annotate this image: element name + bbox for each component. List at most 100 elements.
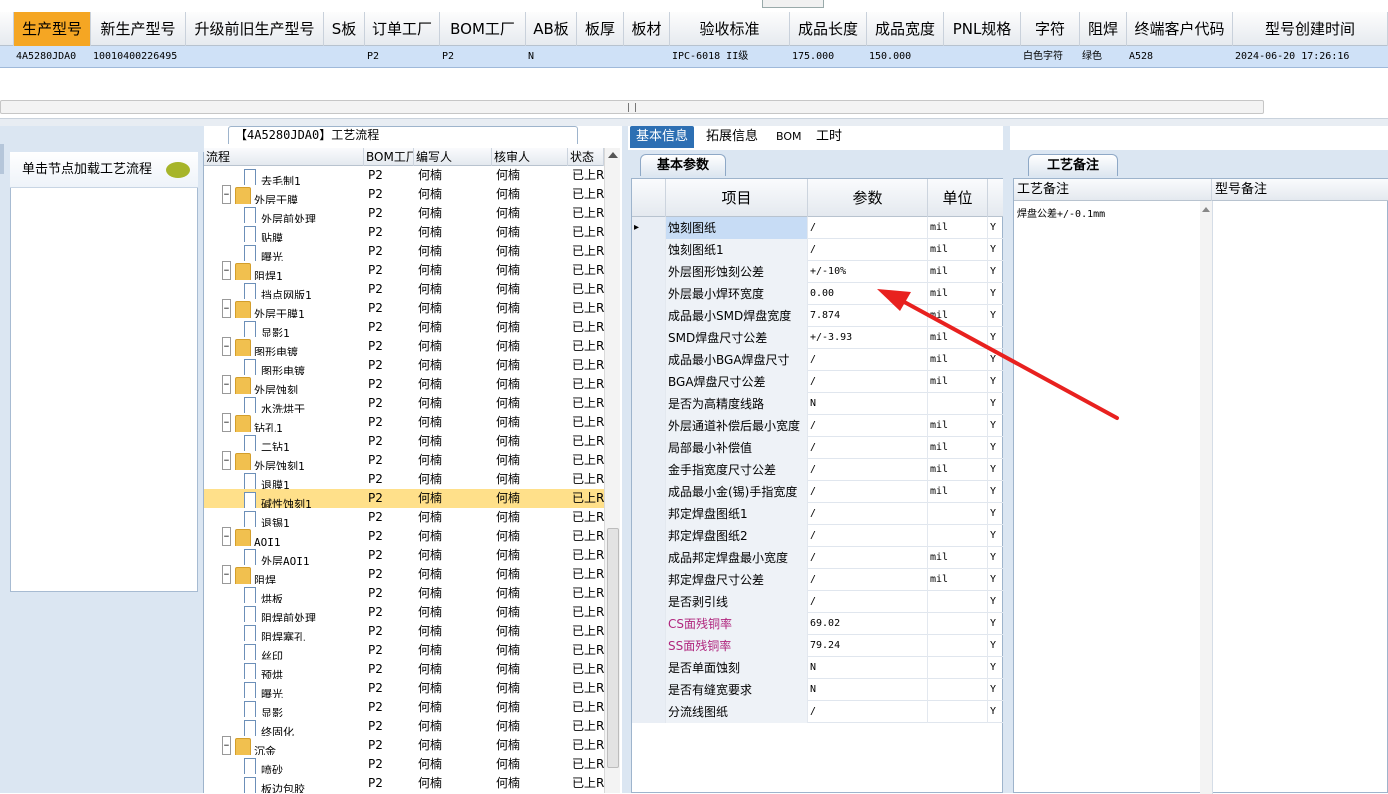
tree-node[interactable]: 烘板 P2 何楠 何楠 已上R: [204, 584, 604, 603]
tree-node[interactable]: 水洗烘干 P2 何楠 何楠 已上R: [204, 394, 604, 413]
param-row[interactable]: 外层最小焊环宽度 0.00 mil Y: [632, 283, 1004, 305]
tree-node[interactable]: 图形电镀 P2 何楠 何楠 已上R: [204, 356, 604, 375]
scroll-up-icon[interactable]: [1202, 207, 1210, 212]
tree-node[interactable]: 曝光 P2 何楠 何楠 已上R: [204, 679, 604, 698]
collapse-toggle-icon[interactable]: −: [222, 299, 231, 318]
scroll-up-icon[interactable]: [608, 152, 618, 158]
collapse-toggle-icon[interactable]: −: [222, 337, 231, 356]
notes-scrollbar[interactable]: [1200, 201, 1212, 794]
tree-node[interactable]: − 外层蚀刻 P2 何楠 何楠 已上R: [204, 375, 604, 394]
notes-column-header[interactable]: 工艺备注: [1014, 179, 1212, 201]
tree-node[interactable]: − 图形电镀 P2 何楠 何楠 已上R: [204, 337, 604, 356]
tree-node[interactable]: 退锡1 P2 何楠 何楠 已上R: [204, 508, 604, 527]
tree-node[interactable]: 阻焊塞孔 P2 何楠 何楠 已上R: [204, 622, 604, 641]
tree-node[interactable]: 二钻1 P2 何楠 何楠 已上R: [204, 432, 604, 451]
collapse-handle[interactable]: [0, 144, 4, 174]
tree-node[interactable]: − 外层干膜1 P2 何楠 何楠 已上R: [204, 299, 604, 318]
param-value[interactable]: 0.00: [808, 283, 928, 305]
tree-column-header[interactable]: 编写人: [414, 148, 492, 166]
param-row[interactable]: 是否剥引线 / Y: [632, 591, 1004, 613]
column-header[interactable]: 订单工厂: [365, 12, 440, 46]
table-cell[interactable]: N: [526, 46, 577, 68]
param-row[interactable]: 分流线图纸 / Y: [632, 701, 1004, 723]
param-value[interactable]: /: [808, 591, 928, 613]
process-notes-tab[interactable]: 工艺备注: [1028, 154, 1118, 176]
column-header[interactable]: 字符: [1021, 12, 1080, 46]
param-value[interactable]: N: [808, 679, 928, 701]
basic-params-tab[interactable]: 基本参数: [640, 154, 726, 176]
tree-node[interactable]: 预烘 P2 何楠 何楠 已上R: [204, 660, 604, 679]
param-row[interactable]: 邦定焊盘图纸2/ Y: [632, 525, 1004, 547]
params-column-header[interactable]: 项目: [666, 179, 808, 217]
param-row[interactable]: 成品邦定焊盘最小宽度 / mil Y: [632, 547, 1004, 569]
tree-node[interactable]: − 阻焊1 P2 何楠 何楠 已上R: [204, 261, 604, 280]
tree-node[interactable]: − 外层蚀刻1 P2 何楠 何楠 已上R: [204, 451, 604, 470]
column-header[interactable]: PNL规格: [944, 12, 1021, 46]
column-header[interactable]: 型号创建时间: [1233, 12, 1388, 46]
param-value[interactable]: /: [808, 525, 928, 547]
tree-column-header[interactable]: BOM工厂: [364, 148, 414, 166]
column-header[interactable]: 成品长度: [790, 12, 867, 46]
param-row[interactable]: 成品最小金(锡)手指宽度 / mil Y: [632, 481, 1004, 503]
tree-node[interactable]: − 沉金 P2 何楠 何楠 已上R: [204, 736, 604, 755]
tree-node[interactable]: 终固化 P2 何楠 何楠 已上R: [204, 717, 604, 736]
param-row[interactable]: BGA焊盘尺寸公差 / mil Y: [632, 371, 1004, 393]
param-value[interactable]: /: [808, 217, 928, 239]
param-value[interactable]: +/-3.93: [808, 327, 928, 349]
param-row[interactable]: 邦定焊盘图纸1/ Y: [632, 503, 1004, 525]
table-cell[interactable]: P2: [365, 46, 440, 68]
param-row[interactable]: SMD焊盘尺寸公差 +/-3.93 mil Y: [632, 327, 1004, 349]
tab-1[interactable]: 基本信息: [630, 126, 695, 148]
param-value[interactable]: /: [808, 547, 928, 569]
param-value[interactable]: /: [808, 371, 928, 393]
vertical-scrollbar[interactable]: [604, 148, 620, 793]
collapse-toggle-icon[interactable]: −: [222, 375, 231, 394]
column-header[interactable]: 阻焊: [1080, 12, 1127, 46]
tree-node[interactable]: 外层前处理 P2 何楠 何楠 已上R: [204, 204, 604, 223]
param-value[interactable]: +/-10%: [808, 261, 928, 283]
param-value[interactable]: /: [808, 239, 928, 261]
tree-node[interactable]: − 外层干膜 P2 何楠 何楠 已上R: [204, 185, 604, 204]
param-value[interactable]: 69.02: [808, 613, 928, 635]
tree-column-header[interactable]: 核审人: [492, 148, 568, 166]
grid-corner[interactable]: [0, 12, 14, 46]
param-value[interactable]: /: [808, 349, 928, 371]
table-cell[interactable]: 2024-06-20 17:26:16: [1233, 46, 1388, 68]
column-header[interactable]: 升级前旧生产型号: [186, 12, 324, 46]
param-row[interactable]: 金手指宽度尺寸公差 / mil Y: [632, 459, 1004, 481]
table-row[interactable]: 4A5280JDA0 10010400226495 P2 P2 N IPC-6018 II…: [0, 46, 1388, 68]
tree-node[interactable]: 去毛制1 P2 何楠 何楠 已上R: [204, 166, 604, 185]
param-value[interactable]: /: [808, 415, 928, 437]
tree-node[interactable]: − 钻孔1 P2 何楠 何楠 已上R: [204, 413, 604, 432]
tree-column-header[interactable]: 流程: [204, 148, 364, 166]
column-header[interactable]: 生产型号: [14, 12, 91, 46]
collapse-toggle-icon[interactable]: −: [222, 451, 231, 470]
table-cell[interactable]: IPC-6018 II级: [670, 46, 790, 68]
collapse-toggle-icon[interactable]: −: [222, 565, 231, 584]
column-header[interactable]: AB板: [526, 12, 577, 46]
param-row[interactable]: ▸ 蚀刻图纸 / mil Y: [632, 217, 1004, 239]
table-cell[interactable]: 绿色: [1080, 46, 1127, 68]
tree-node[interactable]: 显影 P2 何楠 何楠 已上R: [204, 698, 604, 717]
param-value[interactable]: /: [808, 701, 928, 723]
column-header[interactable]: S板: [324, 12, 365, 46]
tree-node[interactable]: 碱性蚀刻1 P2 何楠 何楠 已上R: [204, 489, 604, 508]
column-header[interactable]: 成品宽度: [867, 12, 944, 46]
tab-2[interactable]: 拓展信息: [700, 126, 764, 148]
table-cell[interactable]: 白色字符: [1021, 46, 1080, 68]
collapse-toggle-icon[interactable]: −: [222, 413, 231, 432]
param-value[interactable]: 79.24: [808, 635, 928, 657]
table-cell[interactable]: P2: [440, 46, 526, 68]
notes-column-header[interactable]: 型号备注: [1212, 179, 1388, 201]
tree-node[interactable]: 贴膜 P2 何楠 何楠 已上R: [204, 223, 604, 242]
column-header[interactable]: 验收标准: [670, 12, 790, 46]
chat-bubble-icon[interactable]: [166, 162, 190, 178]
param-row[interactable]: 成品最小BGA焊盘尺寸 / mil Y: [632, 349, 1004, 371]
table-cell[interactable]: 10010400226495: [91, 46, 186, 68]
collapse-toggle-icon[interactable]: −: [222, 736, 231, 755]
tree-node[interactable]: 板边包胶 P2 何楠 何楠 已上R: [204, 774, 604, 793]
param-value[interactable]: /: [808, 481, 928, 503]
horizontal-scrollbar[interactable]: [0, 100, 1264, 114]
collapse-toggle-icon[interactable]: −: [222, 185, 231, 204]
table-cell[interactable]: 150.000: [867, 46, 944, 68]
